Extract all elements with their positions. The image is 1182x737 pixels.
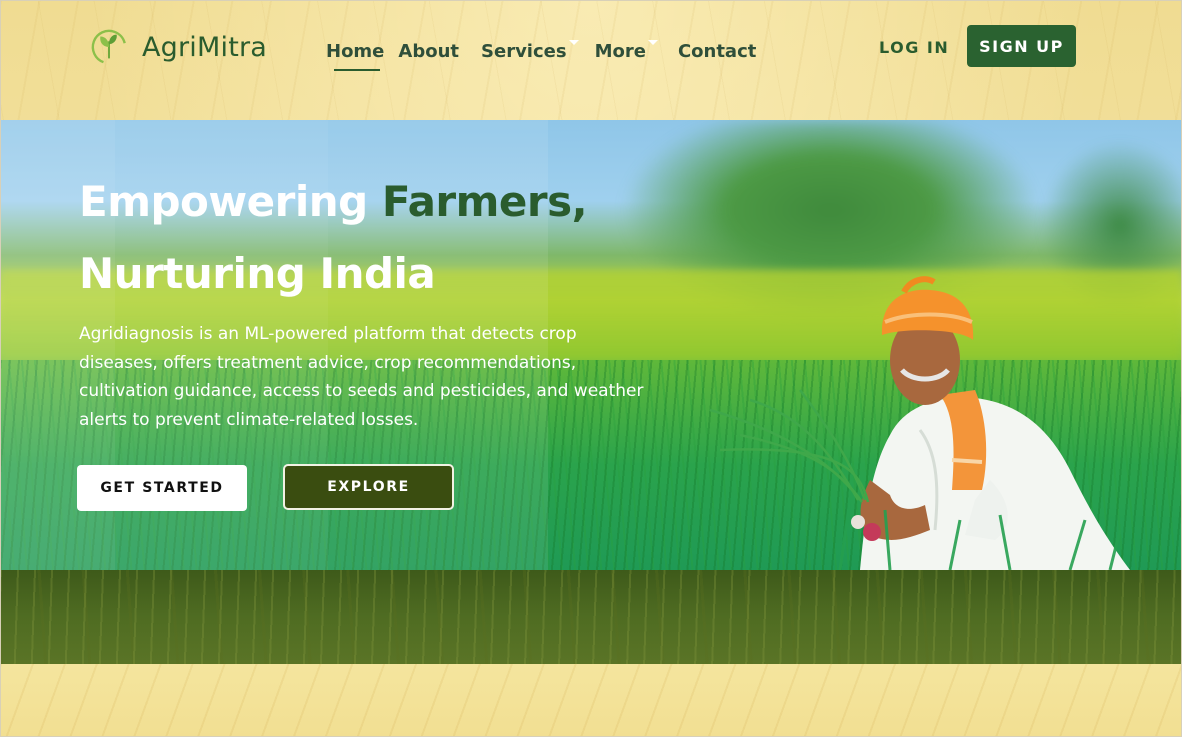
nav-links: Home About Services More Contact bbox=[326, 40, 756, 71]
hero-title-accent: Farmers, bbox=[381, 177, 588, 226]
farmer-image bbox=[709, 276, 1130, 570]
signup-button[interactable]: SIGN UP bbox=[967, 25, 1076, 67]
footer-strip bbox=[0, 664, 1182, 737]
brand[interactable]: AgriMitra bbox=[90, 28, 267, 66]
nav-more-dropdown[interactable]: More bbox=[595, 40, 658, 62]
hero-title: Empowering Farmers, Nurturing India bbox=[79, 166, 588, 310]
brand-name: AgriMitra bbox=[142, 31, 268, 63]
top-navbar: AgriMitra Home About Services More Conta… bbox=[0, 0, 1182, 120]
hero-title-part1: Empowering bbox=[79, 177, 382, 226]
nav-more-label: More bbox=[594, 41, 646, 62]
nav-contact[interactable]: Contact bbox=[678, 41, 756, 62]
hero-title-line2: Nurturing India bbox=[79, 249, 436, 298]
leaf-sprout-icon bbox=[91, 29, 127, 65]
caret-down-icon bbox=[568, 40, 579, 45]
nav-services-dropdown[interactable]: Services bbox=[481, 40, 579, 62]
nav-services-label: Services bbox=[481, 41, 567, 62]
wheat-band bbox=[0, 570, 1182, 664]
caret-down-icon bbox=[647, 40, 658, 45]
nav-about[interactable]: About bbox=[398, 41, 459, 62]
nav-about-label: About bbox=[398, 40, 460, 62]
login-link[interactable]: LOG IN bbox=[879, 38, 949, 57]
nav-home[interactable]: Home bbox=[326, 40, 385, 71]
nav-home-label: Home bbox=[326, 40, 385, 62]
get-started-button[interactable]: GET STARTED bbox=[77, 465, 247, 511]
explore-button[interactable]: EXPLORE bbox=[283, 464, 454, 510]
hero-description: Agridiagnosis is an ML-powered platform … bbox=[79, 324, 644, 430]
nav-contact-label: Contact bbox=[677, 40, 757, 62]
